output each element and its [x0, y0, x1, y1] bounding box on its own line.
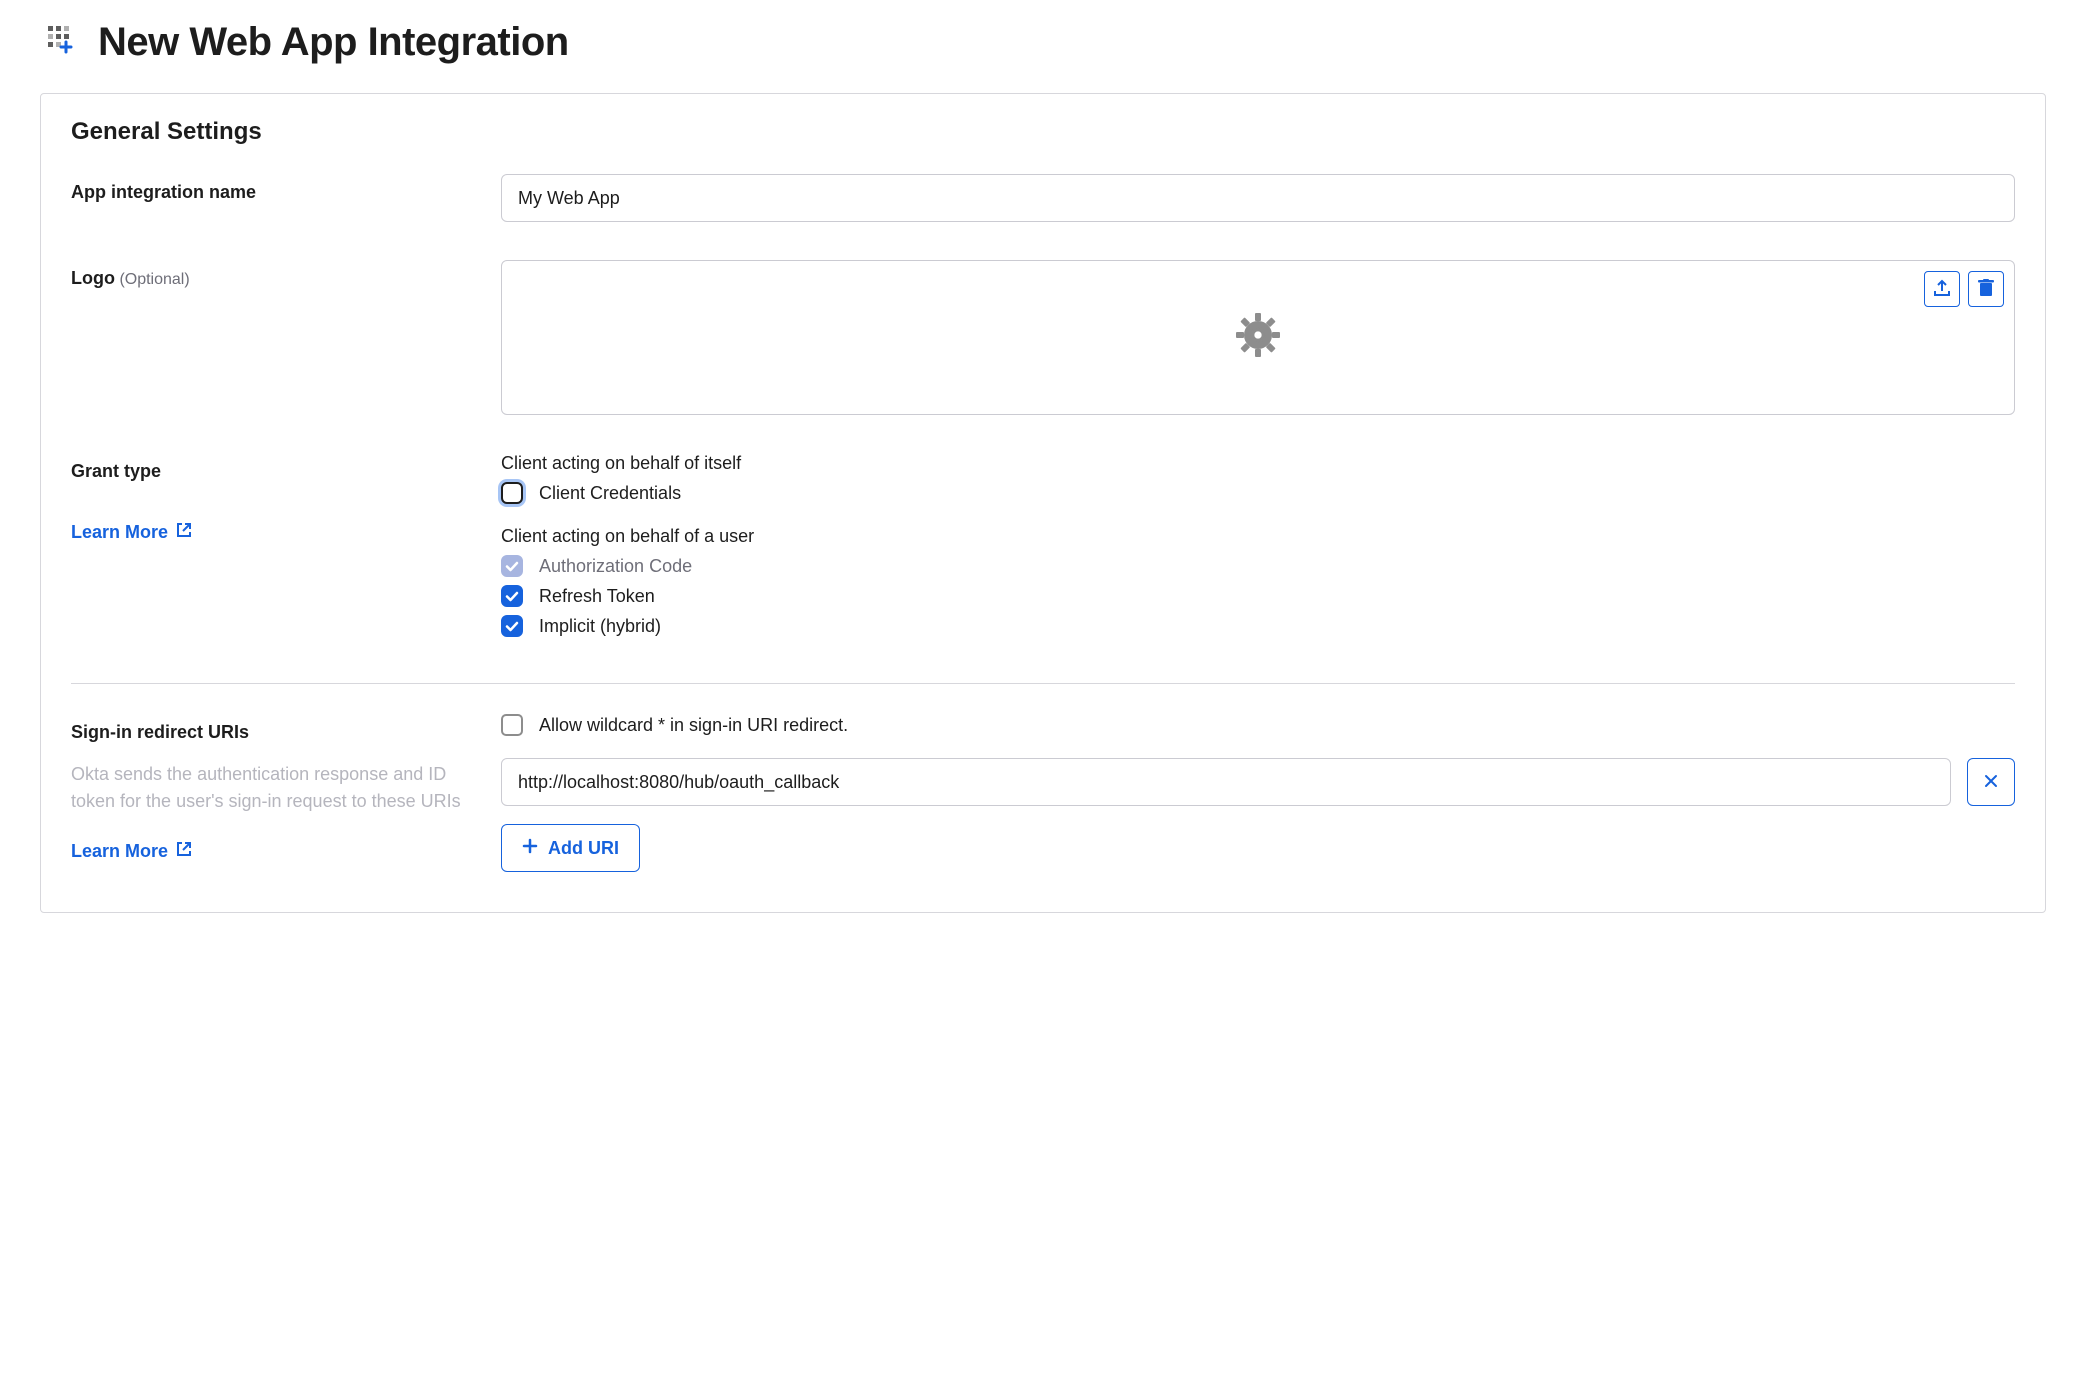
upload-logo-button[interactable] [1924, 271, 1960, 307]
gear-icon [1234, 311, 1282, 364]
checkbox-client-credentials[interactable] [501, 482, 523, 504]
delete-logo-button[interactable] [1968, 271, 2004, 307]
label-authorization-code: Authorization Code [539, 556, 692, 577]
close-icon [1983, 773, 1999, 792]
divider [71, 683, 2015, 684]
label-app-integration-name: App integration name [71, 182, 256, 202]
label-refresh-token: Refresh Token [539, 586, 655, 607]
field-grant-type: Grant type Learn More Client acting on b… [71, 453, 2015, 645]
general-settings-panel: General Settings App integration name Lo… [40, 93, 2046, 913]
checkbox-authorization-code [501, 555, 523, 577]
add-uri-button[interactable]: Add URI [501, 824, 640, 872]
external-link-icon [176, 841, 192, 862]
external-link-icon [176, 522, 192, 543]
label-grant-type: Grant type [71, 461, 161, 481]
remove-uri-button[interactable] [1967, 758, 2015, 806]
help-text-redirect-uris: Okta sends the authentication response a… [71, 761, 471, 815]
label-logo: Logo [71, 268, 115, 288]
redirect-uri-input[interactable] [501, 758, 1951, 806]
label-logo-optional: (Optional) [119, 271, 189, 288]
grant-user-heading: Client acting on behalf of a user [501, 526, 2015, 547]
learn-more-grant-type[interactable]: Learn More [71, 522, 192, 543]
section-title: General Settings [71, 118, 2015, 146]
label-allow-wildcard: Allow wildcard * in sign-in URI redirect… [539, 715, 848, 736]
logo-upload-area[interactable] [501, 260, 2015, 415]
checkbox-refresh-token[interactable] [501, 585, 523, 607]
label-implicit: Implicit (hybrid) [539, 616, 661, 637]
label-signin-redirect-uris: Sign-in redirect URIs [71, 722, 249, 742]
upload-icon [1933, 279, 1951, 300]
app-grid-icon [48, 26, 82, 60]
page-title: New Web App Integration [98, 20, 569, 65]
field-app-integration-name: App integration name [71, 174, 2015, 222]
learn-more-redirect-uris[interactable]: Learn More [71, 841, 192, 862]
field-logo: Logo (Optional) [71, 260, 2015, 415]
app-integration-name-input[interactable] [501, 174, 2015, 222]
checkbox-implicit[interactable] [501, 615, 523, 637]
checkbox-allow-wildcard[interactable] [501, 714, 523, 736]
trash-icon [1978, 279, 1994, 300]
field-signin-redirect-uris: Sign-in redirect URIs Okta sends the aut… [71, 714, 2015, 872]
plus-icon [522, 838, 538, 859]
grant-self-heading: Client acting on behalf of itself [501, 453, 2015, 474]
label-client-credentials: Client Credentials [539, 483, 681, 504]
